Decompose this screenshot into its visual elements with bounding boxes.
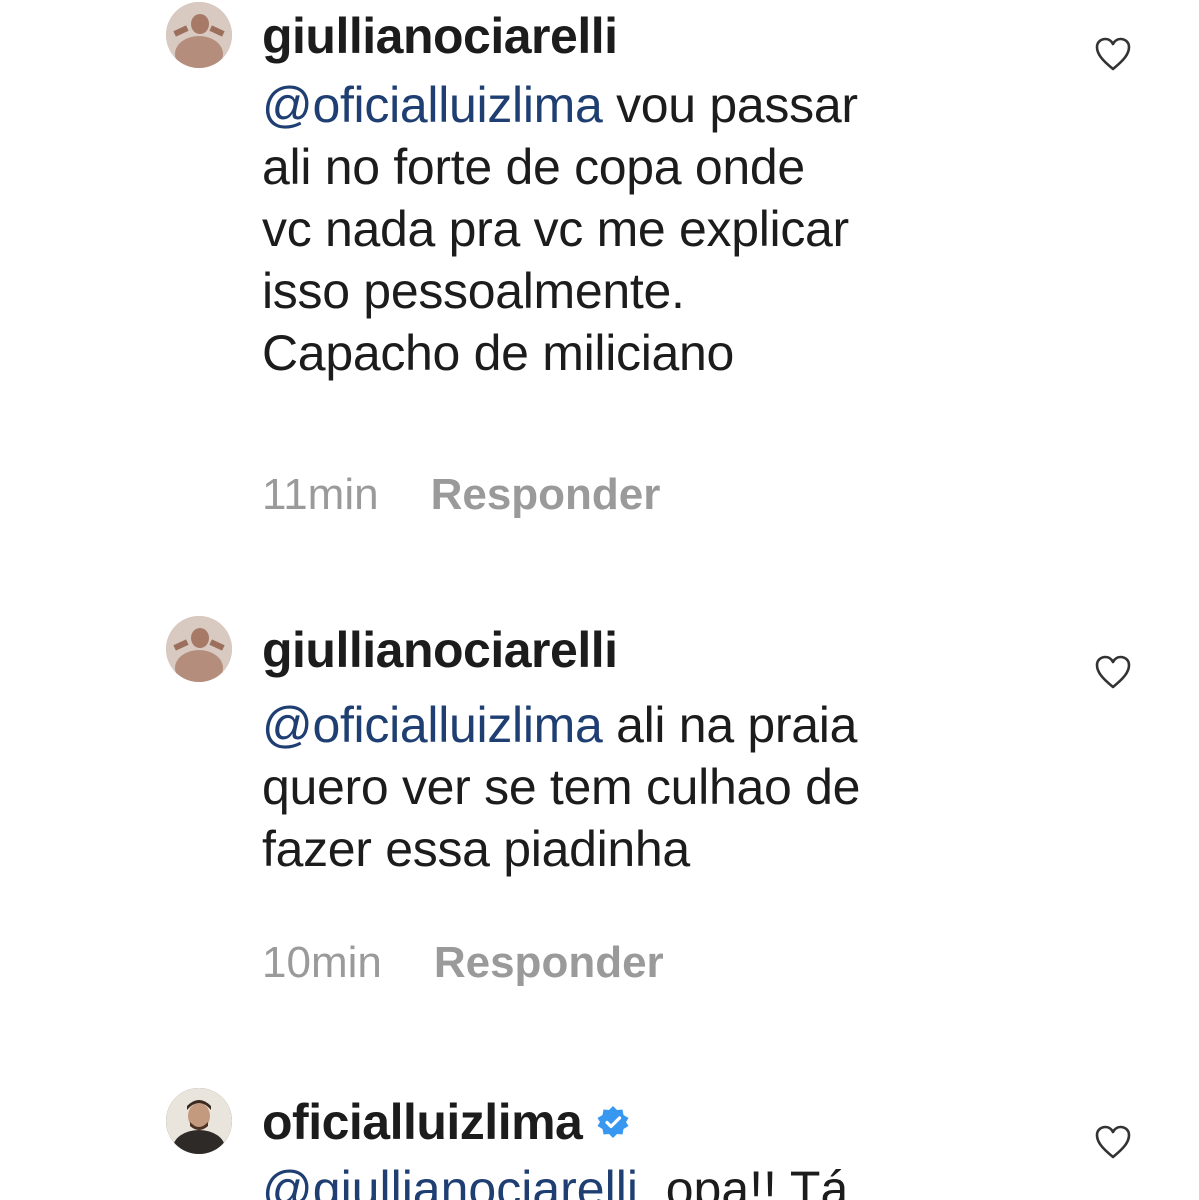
heart-outline-icon[interactable]	[1094, 36, 1132, 72]
comment-text-line: opa!! Tá	[637, 1161, 849, 1200]
mention-link[interactable]: @oficialluizlima	[262, 697, 603, 753]
profile-photo-avatar	[166, 2, 232, 68]
username-text: oficialluizlima	[262, 1094, 583, 1150]
comment-text-line: isso pessoalmente.	[262, 263, 685, 319]
comment-timestamp: 10min	[262, 938, 382, 987]
comment-meta: 10min Responder	[262, 936, 664, 990]
avatar[interactable]	[166, 2, 232, 68]
avatar[interactable]	[166, 1088, 232, 1154]
comment-text-line: Capacho de miliciano	[262, 325, 735, 381]
comment-text-line: ali na praia	[602, 697, 858, 753]
comment-username[interactable]: giullianociarelli	[262, 6, 618, 66]
comment-text: @giullianociarelli opa!! Tá	[262, 1158, 848, 1200]
reply-button[interactable]: Responder	[434, 938, 664, 987]
comment-text-line: vc nada pra vc me explicar	[262, 201, 849, 257]
comment-text-line: quero ver se tem culhao de	[262, 759, 861, 815]
comment-username[interactable]: oficialluizlima	[262, 1092, 630, 1152]
comment-text: @oficialluizlima vou passar ali no forte…	[262, 74, 1042, 384]
comment-timestamp: 11min	[262, 470, 379, 519]
comment-meta: 11min Responder	[262, 468, 660, 522]
comment-text-line: fazer essa piadinha	[262, 821, 690, 877]
heart-outline-icon[interactable]	[1094, 654, 1132, 690]
comment-text-line: vou passar	[602, 77, 858, 133]
comment-text-line: ali no forte de copa onde	[262, 139, 805, 195]
comment-text: @oficialluizlima ali na praia quero ver …	[262, 694, 1042, 880]
avatar[interactable]	[166, 616, 232, 682]
mention-link[interactable]: @oficialluizlima	[262, 77, 603, 133]
mention-link[interactable]: @giullianociarelli	[262, 1161, 638, 1200]
profile-photo-avatar	[166, 616, 232, 682]
profile-photo-avatar	[166, 1088, 232, 1154]
reply-button[interactable]: Responder	[431, 470, 661, 519]
verified-badge-icon	[597, 1105, 629, 1138]
comment-username[interactable]: giullianociarelli	[262, 620, 618, 680]
heart-outline-icon[interactable]	[1094, 1124, 1132, 1160]
